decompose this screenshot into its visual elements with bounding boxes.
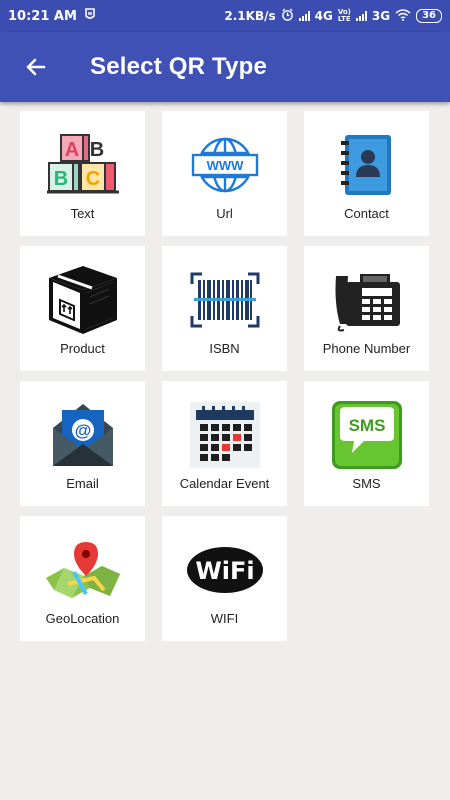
calendar-icon <box>189 402 260 468</box>
back-button[interactable] <box>18 49 54 85</box>
envelope-at-icon: @ <box>52 404 113 466</box>
svg-text:B: B <box>89 139 103 161</box>
address-book-icon <box>340 135 391 195</box>
tile-label: SMS <box>352 476 381 491</box>
svg-text:WiFi: WiFi <box>195 557 254 585</box>
page-title: Select QR Type <box>90 53 268 80</box>
qr-type-text[interactable]: A B B C Text <box>20 111 145 236</box>
sms-bubble-icon: SMS <box>331 401 402 469</box>
svg-text:C: C <box>85 168 99 190</box>
arrow-left-icon <box>26 58 46 76</box>
signal-icon-2 <box>355 11 367 21</box>
desk-phone-icon <box>335 274 400 332</box>
tile-label: Text <box>70 206 95 221</box>
qr-type-url[interactable]: WWW Url <box>162 111 287 236</box>
tile-label: Url <box>216 206 233 221</box>
qr-type-sms[interactable]: SMS SMS <box>304 381 429 506</box>
svg-text:SMS: SMS <box>348 416 385 435</box>
abc-blocks-icon: A B B C <box>46 134 119 194</box>
qr-type-email[interactable]: @ Email <box>20 381 145 506</box>
network-type-2: 3G <box>371 9 391 23</box>
svg-text:WWW: WWW <box>206 158 244 173</box>
qr-type-wifi[interactable]: WiFi WIFI <box>162 516 287 641</box>
tile-label: Contact <box>344 206 389 221</box>
svg-text:A: A <box>64 139 78 161</box>
svg-text:B: B <box>53 168 67 190</box>
qr-type-geolocation[interactable]: GeoLocation <box>20 516 145 641</box>
network-speed: 2.1KB/s <box>224 9 276 23</box>
signal-icon <box>298 11 310 21</box>
network-type-1: 4G <box>314 9 333 23</box>
qr-type-grid: A B B C Text WWW Url Contact Product ISB… <box>20 111 430 641</box>
barcode-icon <box>190 272 259 328</box>
alarm-icon <box>281 8 294 24</box>
tile-label: Phone Number <box>322 341 411 356</box>
qr-type-calendar-event[interactable]: Calendar Event <box>162 381 287 506</box>
tile-label: Calendar Event <box>179 476 270 491</box>
qr-type-product[interactable]: Product <box>20 246 145 371</box>
tile-label: Email <box>66 476 99 491</box>
tile-label: WIFI <box>210 611 239 626</box>
volte-indicator: Vo) LTE <box>337 8 351 23</box>
svg-text:@: @ <box>74 421 91 440</box>
package-box-icon <box>48 266 117 334</box>
battery-indicator: 36 <box>416 9 442 23</box>
status-bar: 10:21 AM 2.1KB/s 4G Vo) LTE 3G 36 <box>0 0 450 32</box>
qr-type-phone-number[interactable]: Phone Number <box>304 246 429 371</box>
wifi-status-icon <box>395 8 411 24</box>
status-time: 10:21 AM <box>8 8 77 24</box>
globe-www-icon: WWW <box>191 137 258 193</box>
tile-label: Product <box>60 341 105 356</box>
qr-type-isbn[interactable]: ISBN <box>162 246 287 371</box>
qr-type-contact[interactable]: Contact <box>304 111 429 236</box>
wifi-logo-icon: WiFi <box>186 547 263 593</box>
tile-label: ISBN <box>209 341 240 356</box>
tile-label: GeoLocation <box>45 611 120 626</box>
map-pin-icon <box>45 542 120 598</box>
notification-icon <box>83 7 97 25</box>
app-bar: Select QR Type <box>0 32 450 102</box>
